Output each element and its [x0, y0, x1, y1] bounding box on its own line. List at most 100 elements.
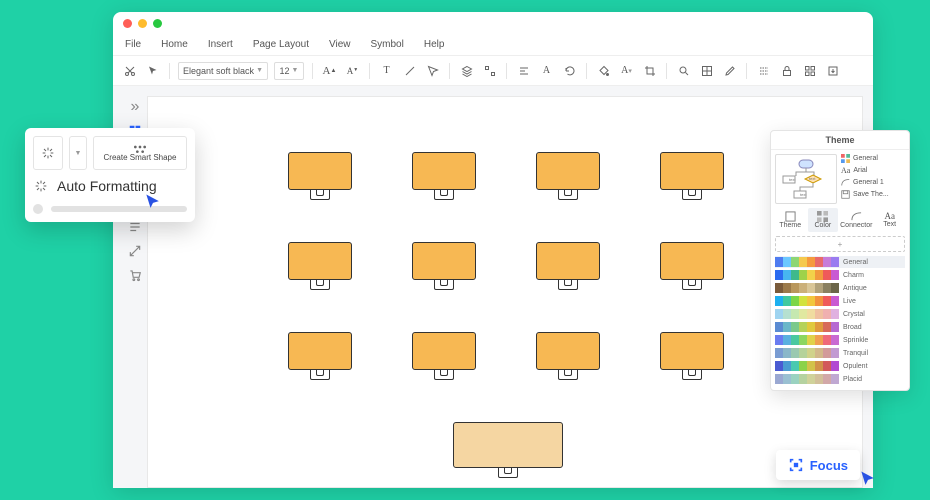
- window-min-dot[interactable]: [138, 19, 147, 28]
- theme-tab-connector[interactable]: Connector: [840, 208, 872, 232]
- theme-tab-color[interactable]: Color: [808, 208, 839, 232]
- menu-symbol[interactable]: Symbol: [371, 39, 404, 50]
- scheme-label: Opulent: [843, 363, 905, 370]
- font-size-select[interactable]: 12▼: [274, 62, 304, 80]
- pen-tool-button[interactable]: [721, 62, 738, 79]
- svg-text:text: text: [789, 177, 796, 182]
- increase-font-button[interactable]: A▲: [321, 62, 338, 79]
- focus-label: Focus: [810, 458, 848, 473]
- distribute-button[interactable]: [481, 62, 498, 79]
- menu-file[interactable]: File: [125, 39, 141, 50]
- decrease-font-button[interactable]: A▼: [344, 62, 361, 79]
- color-scheme-broad[interactable]: Broad: [775, 321, 905, 333]
- cursor-icon: [143, 192, 163, 215]
- student-desk[interactable]: [288, 242, 352, 290]
- student-desk[interactable]: [660, 332, 724, 380]
- theme-add-button[interactable]: +: [775, 236, 905, 252]
- font-family-select[interactable]: Elegant soft black▼: [178, 62, 268, 80]
- window-close-dot[interactable]: [123, 19, 132, 28]
- student-desk[interactable]: [660, 152, 724, 200]
- color-scheme-opulent[interactable]: Opulent: [775, 360, 905, 372]
- scheme-label: Tranquil: [843, 350, 905, 357]
- align-button[interactable]: [515, 62, 532, 79]
- layers-button[interactable]: [458, 62, 475, 79]
- focus-button[interactable]: Focus: [776, 450, 860, 480]
- line-tool-button[interactable]: [401, 62, 418, 79]
- pointer-button[interactable]: [144, 62, 161, 79]
- scheme-label: Crystal: [843, 311, 905, 318]
- window-max-dot[interactable]: [153, 19, 162, 28]
- student-desk[interactable]: [288, 152, 352, 200]
- color-scheme-tranquil[interactable]: Tranquil: [775, 347, 905, 359]
- rail-resize-icon[interactable]: [128, 244, 142, 258]
- teacher-desk[interactable]: [453, 422, 563, 478]
- scheme-label: Broad: [843, 324, 905, 331]
- auto-format-icon-button[interactable]: [33, 136, 63, 170]
- line-style-button[interactable]: [755, 62, 772, 79]
- table-button[interactable]: [698, 62, 715, 79]
- theme-panel: Theme texttexttext General AaArial Gener…: [770, 130, 910, 391]
- text-format-button[interactable]: A: [538, 62, 555, 79]
- color-scheme-live[interactable]: Live: [775, 295, 905, 307]
- color-scheme-sprinkle[interactable]: Sprinkle: [775, 334, 905, 346]
- theme-tab-text[interactable]: AaText: [874, 208, 905, 232]
- select-tool-button[interactable]: [424, 62, 441, 79]
- color-scheme-crystal[interactable]: Crystal: [775, 308, 905, 320]
- student-desk[interactable]: [412, 242, 476, 290]
- titlebar: [113, 12, 873, 34]
- menubar: File Home Insert Page Layout View Symbol…: [113, 34, 873, 56]
- rail-cart-icon[interactable]: [128, 268, 142, 282]
- cursor-icon-focus: [858, 469, 878, 494]
- color-scheme-charm[interactable]: Charm: [775, 269, 905, 281]
- create-smart-shape-label: Create Smart Shape: [104, 154, 177, 163]
- crop-button[interactable]: [641, 62, 658, 79]
- scheme-label: General: [843, 259, 905, 266]
- color-scheme-antique[interactable]: Antique: [775, 282, 905, 294]
- theme-preview[interactable]: texttexttext: [775, 154, 837, 204]
- sparkle-icon: [33, 178, 49, 194]
- drawing-canvas[interactable]: [147, 96, 863, 488]
- menu-insert[interactable]: Insert: [208, 39, 233, 50]
- color-scheme-placid[interactable]: Placid: [775, 373, 905, 385]
- theme-attr-general[interactable]: General: [841, 154, 905, 163]
- rail-collapse-icon[interactable]: »: [128, 100, 142, 114]
- scheme-label: Sprinkle: [843, 337, 905, 344]
- cut-button[interactable]: [121, 62, 138, 79]
- scheme-label: Live: [843, 298, 905, 305]
- export-button[interactable]: [824, 62, 841, 79]
- auto-format-slider[interactable]: [33, 204, 187, 214]
- search-button[interactable]: [675, 62, 692, 79]
- student-desk[interactable]: [536, 242, 600, 290]
- app-window: File Home Insert Page Layout View Symbol…: [113, 12, 873, 488]
- lock-button[interactable]: [778, 62, 795, 79]
- menu-home[interactable]: Home: [161, 39, 188, 50]
- student-desk[interactable]: [536, 152, 600, 200]
- grid-button[interactable]: [801, 62, 818, 79]
- toolbar: Elegant soft black▼ 12▼ A▲ A▼ T A A▾: [113, 56, 873, 86]
- theme-attr-save[interactable]: Save The...: [841, 190, 905, 199]
- student-desk[interactable]: [660, 242, 724, 290]
- student-desk[interactable]: [536, 332, 600, 380]
- theme-tab-theme[interactable]: Theme: [775, 208, 806, 232]
- theme-attr-font[interactable]: AaArial: [841, 166, 905, 175]
- scheme-label: Charm: [843, 272, 905, 279]
- color-scheme-general[interactable]: General: [775, 256, 905, 268]
- auto-formatting-title: Auto Formatting: [57, 178, 157, 194]
- student-desk[interactable]: [412, 332, 476, 380]
- rail-outline-icon[interactable]: [128, 220, 142, 234]
- menu-help[interactable]: Help: [424, 39, 445, 50]
- svg-text:text: text: [800, 192, 807, 197]
- theme-attr-connector[interactable]: General 1: [841, 178, 905, 187]
- text-tool-button[interactable]: T: [378, 62, 395, 79]
- student-desk[interactable]: [412, 152, 476, 200]
- menu-page-layout[interactable]: Page Layout: [253, 39, 309, 50]
- fill-color-button[interactable]: [595, 62, 612, 79]
- rotate-button[interactable]: [561, 62, 578, 79]
- menu-view[interactable]: View: [329, 39, 351, 50]
- font-color-button[interactable]: A▾: [618, 62, 635, 79]
- auto-format-dropdown[interactable]: ▼: [69, 136, 87, 170]
- focus-icon: [788, 457, 804, 473]
- student-desk[interactable]: [288, 332, 352, 380]
- create-smart-shape-button[interactable]: Create Smart Shape: [93, 136, 187, 170]
- theme-panel-title: Theme: [771, 131, 909, 150]
